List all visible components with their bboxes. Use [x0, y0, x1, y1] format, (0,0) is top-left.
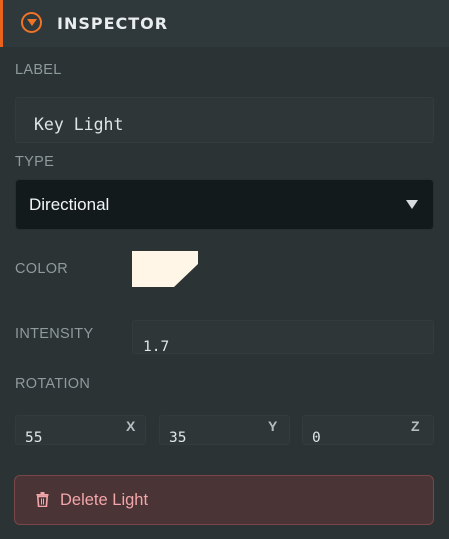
type-field-label: TYPE: [15, 154, 55, 170]
color-field-label: COLOR: [15, 261, 69, 277]
delete-light-button[interactable]: Delete Light: [14, 475, 434, 525]
rotation-y-value: 35: [169, 430, 187, 446]
rotation-x-input[interactable]: 55 X: [15, 415, 146, 446]
color-swatch[interactable]: [132, 251, 198, 287]
label-input[interactable]: Key Light: [15, 97, 434, 143]
label-input-value: Key Light: [34, 115, 124, 134]
rotation-z-axis-label: Z: [411, 418, 420, 434]
rotation-x-axis-label: X: [126, 418, 136, 434]
inspector-panel: INSPECTOR LABEL Key Light TYPE Direction…: [0, 0, 449, 539]
trash-icon: [36, 492, 49, 507]
delete-light-label: Delete Light: [60, 491, 149, 509]
label-field-label: LABEL: [15, 62, 62, 78]
chevron-down-circle-icon[interactable]: [21, 12, 42, 33]
rotation-y-axis-label: Y: [268, 418, 278, 434]
intensity-field-label: INTENSITY: [15, 326, 94, 342]
inspector-header[interactable]: INSPECTOR: [0, 0, 449, 47]
rotation-y-input[interactable]: 35 Y: [159, 415, 290, 446]
rotation-x-value: 55: [25, 430, 43, 446]
inspector-title: INSPECTOR: [57, 14, 169, 33]
type-select-value: Directional: [29, 195, 110, 214]
rotation-z-value: 0: [312, 430, 321, 446]
rotation-z-input[interactable]: 0 Z: [302, 415, 434, 446]
rotation-field-label: ROTATION: [15, 376, 91, 392]
type-select[interactable]: Directional: [15, 179, 434, 230]
chevron-down-icon: [406, 200, 418, 209]
intensity-input-value: 1.7: [143, 339, 170, 355]
intensity-input[interactable]: 1.7: [132, 320, 434, 355]
